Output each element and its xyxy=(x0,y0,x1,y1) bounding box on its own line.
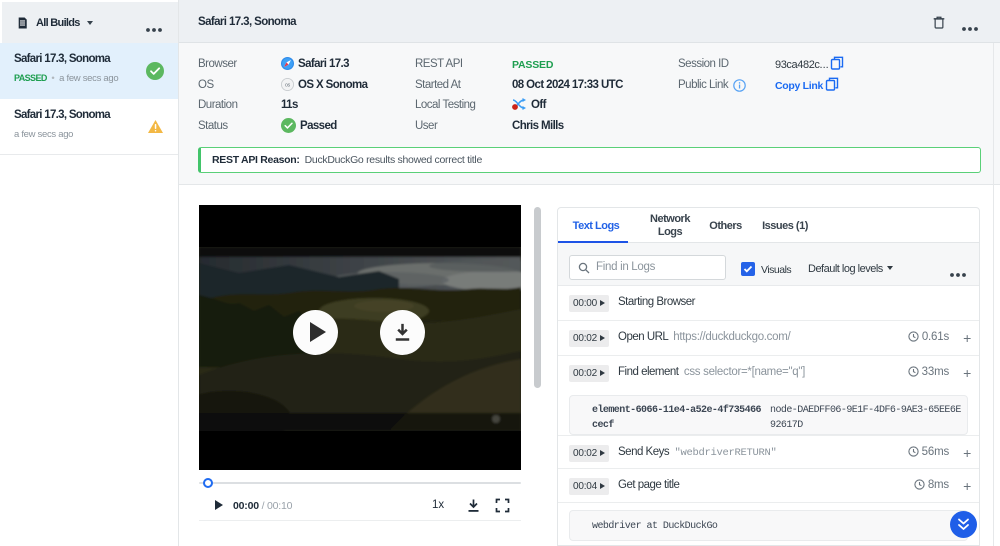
svg-text:os: os xyxy=(285,83,291,89)
